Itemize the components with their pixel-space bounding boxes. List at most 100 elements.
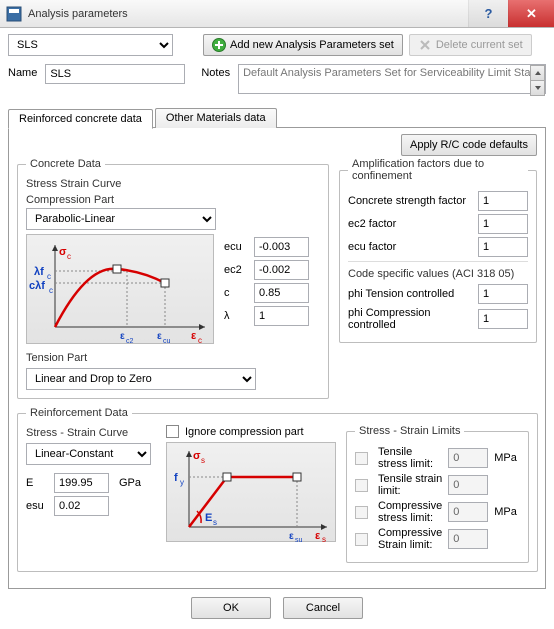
spin-down-icon[interactable] (530, 81, 545, 96)
svg-text:σ: σ (193, 450, 201, 462)
compression-part-label: Compression Part (26, 194, 224, 206)
csf-input[interactable] (478, 191, 528, 211)
add-parameters-set-button[interactable]: Add new Analysis Parameters set (203, 34, 403, 56)
ec2f-input[interactable] (478, 214, 528, 234)
phi-c-input[interactable] (478, 309, 528, 329)
app-icon (6, 6, 22, 22)
svg-text:ε: ε (289, 531, 294, 542)
svg-text:E: E (205, 512, 212, 524)
tsl-unit: MPa (494, 452, 520, 464)
svg-text:f: f (174, 472, 178, 484)
delete-icon (418, 38, 432, 52)
cel-input (448, 529, 488, 549)
tel-input (448, 475, 488, 495)
window-title: Analysis parameters (28, 8, 128, 20)
reinf-ssc-label: Stress - Strain Curve (26, 427, 156, 439)
reinforcement-chart: σs fy Es εsu εs (166, 442, 336, 542)
cel-label: Compressive Strain limit: (378, 527, 442, 551)
phi-c-label: phi Compression controlled (348, 307, 478, 331)
csl-label: Compressive stress limit: (378, 500, 442, 524)
ok-button[interactable]: OK (191, 597, 271, 619)
svg-text:ε: ε (315, 530, 321, 542)
c-input[interactable] (254, 283, 309, 303)
csl-input (448, 502, 488, 522)
name-input[interactable] (45, 64, 185, 84)
concrete-data-legend: Concrete Data (26, 158, 105, 170)
help-button[interactable]: ? (468, 0, 508, 27)
tab-other-materials[interactable]: Other Materials data (155, 108, 277, 128)
phi-t-label: phi Tension controlled (348, 288, 478, 300)
svg-text:ε: ε (120, 331, 125, 342)
notes-label: Notes (201, 64, 230, 79)
delete-parameters-set-button: Delete current set (409, 34, 532, 56)
tsl-input (448, 448, 488, 468)
E-label: E (26, 477, 48, 489)
amplification-group: Amplification factors due to confinement… (339, 158, 537, 343)
esu-label: esu (26, 500, 48, 512)
add-parameters-set-label: Add new Analysis Parameters set (230, 39, 394, 51)
ec2-input[interactable] (254, 260, 309, 280)
compression-model-select[interactable]: Parabolic-Linear (26, 208, 216, 230)
tsl-label: Tensile stress limit: (378, 446, 442, 470)
stress-strain-curve-label: Stress Strain Curve (26, 178, 320, 190)
svg-text:y: y (180, 478, 184, 487)
svg-text:c: c (198, 336, 202, 345)
amplification-legend: Amplification factors due to confinement (348, 158, 528, 182)
svg-text:c: c (49, 286, 53, 295)
titlebar: Analysis parameters ? ✕ (0, 0, 554, 28)
svg-text:cu: cu (163, 338, 171, 345)
svg-text:c: c (67, 252, 71, 261)
tsl-checkbox[interactable] (355, 452, 368, 465)
csf-label: Concrete strength factor (348, 195, 478, 207)
reinf-model-select[interactable]: Linear-Constant (26, 443, 151, 465)
cancel-button[interactable]: Cancel (283, 597, 363, 619)
notes-spin[interactable] (530, 65, 545, 96)
svg-text:σ: σ (59, 246, 67, 258)
tel-label: Tensile strain limit: (378, 473, 442, 497)
svg-text:s: s (213, 518, 217, 527)
svg-text:su: su (295, 537, 303, 543)
tension-part-label: Tension Part (26, 352, 320, 364)
ecu-input[interactable] (254, 237, 309, 257)
concrete-data-group: Concrete Data Stress Strain Curve Compre… (17, 158, 329, 399)
ecuf-input[interactable] (478, 237, 528, 257)
close-button[interactable]: ✕ (508, 0, 554, 27)
parameters-set-select[interactable]: SLS (8, 34, 173, 56)
phi-t-input[interactable] (478, 284, 528, 304)
ec2-label: ec2 (224, 264, 248, 276)
ec2f-label: ec2 factor (348, 218, 478, 230)
spin-up-icon[interactable] (530, 65, 545, 81)
E-input[interactable] (54, 473, 109, 493)
ignore-compression-checkbox[interactable] (166, 425, 179, 438)
notes-area: Default Analysis Parameters Set for Serv… (238, 64, 546, 97)
csl-checkbox[interactable] (355, 506, 368, 519)
tension-model-select[interactable]: Linear and Drop to Zero (26, 368, 256, 390)
plus-icon (212, 38, 226, 52)
esu-input[interactable] (54, 496, 109, 516)
c-label: c (224, 287, 248, 299)
delete-parameters-set-label: Delete current set (436, 39, 523, 51)
svg-text:c2: c2 (126, 338, 134, 345)
name-label: Name (8, 64, 37, 79)
lambda-label: λ (224, 310, 248, 322)
ignore-compression-label: Ignore compression part (185, 426, 304, 438)
apply-defaults-button[interactable]: Apply R/C code defaults (401, 134, 537, 156)
reinforcement-legend: Reinforcement Data (26, 407, 132, 419)
tab-reinforced-concrete[interactable]: Reinforced concrete data (8, 109, 153, 129)
stress-limits-legend: Stress - Strain Limits (355, 425, 464, 437)
svg-text:cλf: cλf (29, 280, 45, 292)
svg-text:s: s (322, 535, 326, 543)
notes-input[interactable]: Default Analysis Parameters Set for Serv… (238, 64, 546, 94)
svg-text:λf: λf (34, 266, 44, 278)
concrete-compression-chart: σc λfc cλfc εc2 εcu εc (26, 234, 214, 344)
svg-text:s: s (201, 456, 205, 465)
svg-text:ε: ε (157, 331, 162, 342)
svg-text:c: c (47, 272, 51, 281)
toolbar: SLS Add new Analysis Parameters set Dele… (8, 34, 546, 56)
ecuf-label: ecu factor (348, 241, 478, 253)
lambda-input[interactable] (254, 306, 309, 326)
cel-checkbox[interactable] (355, 533, 368, 546)
reinforcement-group: Reinforcement Data Stress - Strain Curve… (17, 407, 538, 572)
ecu-label: ecu (224, 241, 248, 253)
tel-checkbox[interactable] (355, 479, 368, 492)
